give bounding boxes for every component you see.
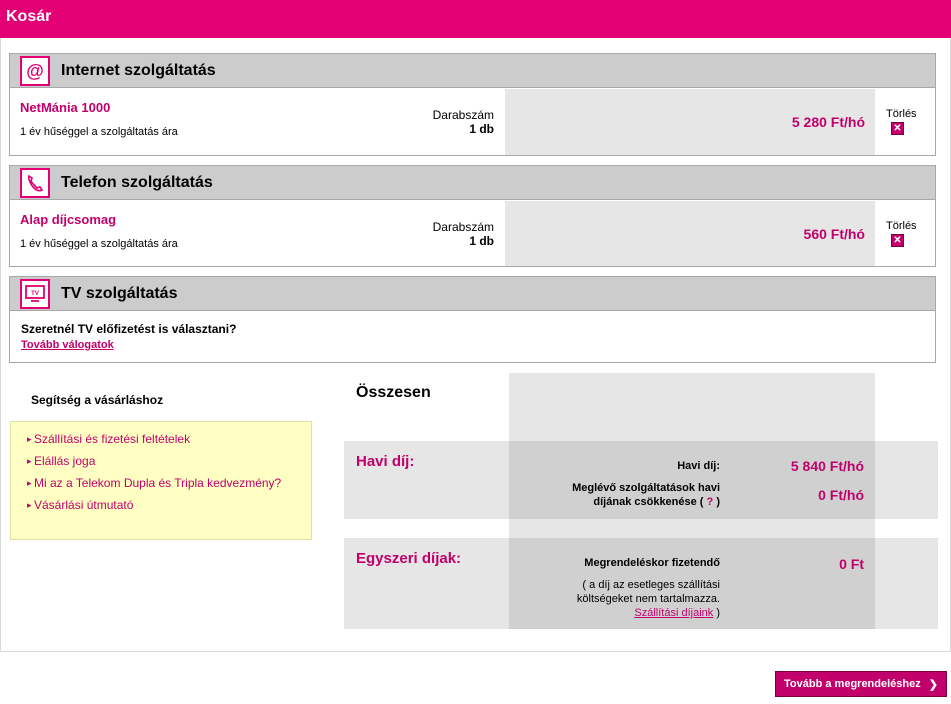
product-name: Alap díjcsomag [20,212,117,227]
delete-label: Törlés [886,220,917,232]
help-link-discount[interactable]: Mi az a Telekom Dupla és Tripla kedvezmé… [27,476,311,490]
internet-section: @ Internet szolgáltatás NetMánia 1000 1 … [9,53,936,156]
continue-order-label: Tovább a megrendeléshez [784,678,921,690]
help-box: Szállítási és fizetési feltételek Elállá… [10,421,312,540]
phone-section: Telefon szolgáltatás Alap díjcsomag 1 év… [9,165,936,267]
quantity-label: Darabszám [432,108,494,122]
page-title: Kosár [6,8,52,25]
phone-handset-icon [20,168,50,198]
help-question-mark[interactable]: ? [707,496,714,508]
help-link-shipping[interactable]: Szállítási és fizetési feltételek [27,432,311,446]
help-link-withdrawal[interactable]: Elállás joga [27,454,311,468]
tv-icon: TV [20,279,50,309]
quantity-label: Darabszám [432,220,494,234]
section-title: Internet szolgáltatás [61,62,216,79]
due-label: Megrendeléskor fizetendő [584,557,720,569]
tv-question: Szeretnél TV előfizetést is választani? [21,322,237,336]
tv-section: TV TV szolgáltatás Szeretnél TV előfizet… [9,276,936,363]
product-description: 1 év hűséggel a szolgáltatás ára [20,126,178,138]
delete-label: Törlés [886,108,917,120]
monthly-fee-block: Havi díj: Havi díj: 5 840 Ft/hó Meglévő … [344,441,938,519]
monthly-fee-heading: Havi díj: [356,453,415,470]
help-title: Segítség a vásárláshoz [31,393,164,407]
price: 5 280 Ft/hó [791,114,865,130]
reduction-value: 0 Ft/hó [818,487,864,503]
price: 560 Ft/hó [803,226,865,242]
at-sign-icon: @ [20,56,50,86]
due-value: 0 Ft [839,556,864,572]
quantity-value: 1 db [469,122,494,136]
section-header: TV TV szolgáltatás [10,277,935,311]
reduction-label-text: díjának csökkenése [593,496,697,508]
monthly-fee-value: 5 840 Ft/hó [790,458,864,474]
section-header: @ Internet szolgáltatás [10,54,935,88]
shipping-note-close: ) [716,607,720,619]
chevron-right-icon: ❯ [928,678,938,691]
svg-text:TV: TV [31,291,39,297]
delete-button[interactable]: ✕ [891,234,904,247]
one-time-fee-block: Egyszeri díjak: Megrendeléskor fizetendő… [344,538,938,629]
shipping-note-line-3: Szállítási díjaink ) [577,606,720,620]
reduction-label-line-2: díjának csökkenése ( ? ) [593,496,720,508]
delete-button[interactable]: ✕ [891,122,904,135]
monthly-fee-label: Havi díj: [677,460,720,472]
section-header: Telefon szolgáltatás [10,166,935,200]
section-title: TV szolgáltatás [61,285,178,302]
summary-title: Összesen [356,384,431,401]
section-title: Telefon szolgáltatás [61,174,213,191]
shipping-note: ( a díj az esetleges szállítási költsége… [577,578,720,620]
quantity-value: 1 db [469,234,494,248]
one-time-fee-heading: Egyszeri díjak: [356,550,462,567]
product-description: 1 év hűséggel a szolgáltatás ára [20,238,178,250]
continue-browsing-link[interactable]: Tovább válogatok [21,339,114,351]
price-box: 560 Ft/hó [505,201,875,266]
shipping-note-line-2: költségeket nem tartalmazza. [576,593,720,605]
continue-order-button[interactable]: Tovább a megrendeléshez ❯ [775,671,947,697]
page-header: Kosár [0,0,951,38]
help-link-guide[interactable]: Vásárlási útmutató [27,498,311,512]
product-name: NetMánia 1000 [20,100,111,115]
shipping-fees-link[interactable]: Szállítási díjaink [634,607,713,619]
reduction-label-line-1: Meglévő szolgáltatások havi [572,482,720,494]
shipping-note-line-1: ( a díj az esetleges szállítási [582,579,720,591]
price-box: 5 280 Ft/hó [505,89,875,155]
reduction-label: Meglévő szolgáltatások havi díjának csök… [572,481,720,509]
